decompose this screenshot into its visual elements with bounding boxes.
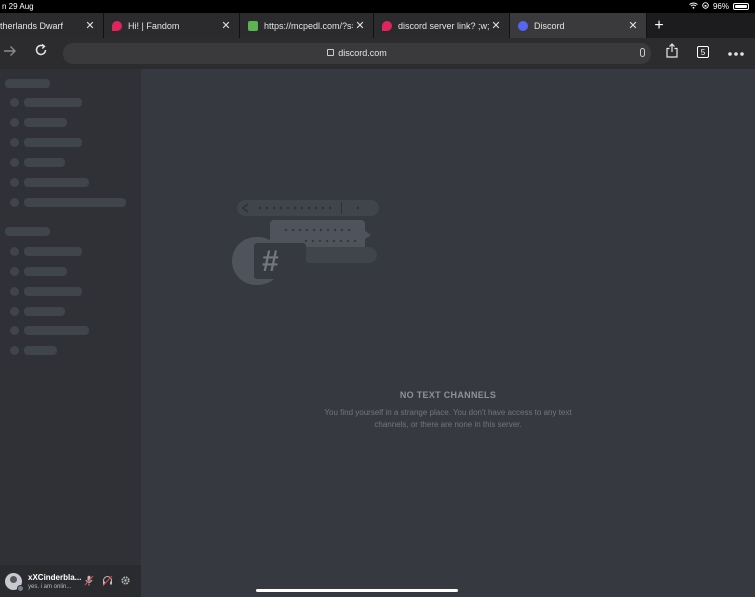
share-icon[interactable] [662,43,682,63]
home-indicator[interactable] [256,589,458,592]
url-bar[interactable]: discord.com [63,43,651,64]
tab-bar: therlands Dwarf ✕ Hi! | Fandom ✕ https:/… [0,13,755,38]
fandom-favicon-icon [382,20,392,31]
skeleton-category [5,227,50,236]
lock-icon [327,49,335,57]
close-icon[interactable]: ✕ [626,19,640,32]
tab-title: therlands Dwarf [0,20,64,31]
mcpedl-favicon-icon [248,20,258,31]
battery-percent: 96% [712,2,729,11]
username: xXCinderbla... [28,573,82,582]
channel-sidebar [0,69,141,597]
plus-icon[interactable]: + [650,13,668,38]
user-panel: xXCinderbla... yes. i am onlin... [0,565,141,597]
status-bar: n 29 Aug 96% [0,0,755,13]
address-row: discord.com [0,38,755,69]
svg-text:#: # [262,245,279,278]
gear-icon[interactable] [120,575,131,586]
tab-title: Discord [534,20,565,31]
forward-arrow-icon[interactable] [0,43,20,63]
discord-favicon-icon [518,20,528,31]
deafen-icon[interactable] [102,575,113,586]
close-icon[interactable]: ✕ [353,19,367,32]
empty-state-title: NO TEXT CHANNELS [399,390,497,400]
close-icon[interactable]: ✕ [83,19,97,32]
tab-3[interactable]: https://mcpedl.com/?s=t ✕ [240,13,374,38]
wifi-icon [689,0,698,13]
close-icon[interactable]: ✕ [219,19,233,32]
status-time: n 29 Aug [2,2,34,11]
tab-title: Hi! | Fandom [128,20,180,31]
tab-4[interactable]: discord server link? ;w; | ✕ [374,13,510,38]
close-icon[interactable]: ✕ [489,19,503,32]
status-indicator-icon [17,585,24,592]
battery-icon [733,3,749,10]
fandom-favicon-icon [112,20,122,31]
more-icon[interactable] [726,43,746,63]
reload-icon[interactable] [31,43,51,63]
tab-5-active[interactable]: Discord ✕ [510,13,647,38]
mic-icon[interactable] [640,48,645,57]
empty-state-message: You find yourself in a strange place. Yo… [324,408,572,429]
tab-title: https://mcpedl.com/?s=t [264,20,353,31]
tab-2[interactable]: Hi! | Fandom ✕ [104,13,240,38]
rotation-lock-icon [702,0,709,13]
no-channels-illustration-icon: # [232,200,379,285]
status-right: 96% [689,0,749,13]
skeleton-category [5,79,50,88]
tab-title: discord server link? ;w; | [398,20,489,31]
user-status-text: yes. i am onlin... [28,584,72,590]
main-content [141,69,755,597]
tab-1[interactable]: therlands Dwarf ✕ [0,13,104,38]
mute-mic-icon[interactable] [83,575,94,586]
tab-count-button[interactable]: 5 [697,46,709,58]
url-text: discord.com [338,48,387,58]
